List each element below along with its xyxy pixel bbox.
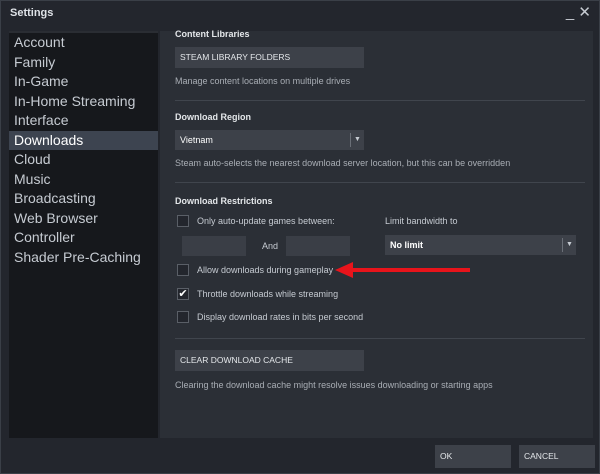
allow-downloads-gameplay-checkbox[interactable]: [177, 264, 189, 276]
bits-per-second-label: Display download rates in bits per secon…: [197, 312, 364, 322]
sidebar-item-cloud[interactable]: Cloud: [9, 150, 158, 170]
throttle-downloads-label: Throttle downloads while streaming: [197, 289, 339, 299]
divider: [175, 338, 585, 339]
auto-update-end-input[interactable]: [286, 236, 350, 256]
bandwidth-dropdown[interactable]: No limit ▼: [385, 235, 576, 255]
bandwidth-value: No limit: [390, 240, 423, 250]
content-libraries-desc: Manage content locations on multiple dri…: [175, 76, 351, 86]
auto-update-checkbox[interactable]: [177, 215, 189, 227]
ok-button[interactable]: OK: [435, 445, 511, 468]
window-title: Settings: [10, 7, 54, 19]
limit-bandwidth-label: Limit bandwidth to: [385, 216, 458, 226]
sidebar-item-controller[interactable]: Controller: [9, 228, 158, 248]
sidebar-item-broadcasting[interactable]: Broadcasting: [9, 189, 158, 209]
download-region-dropdown[interactable]: Vietnam ▼: [175, 130, 364, 150]
sidebar-item-music[interactable]: Music: [9, 170, 158, 190]
sidebar-item-account[interactable]: Account: [9, 33, 158, 53]
clear-download-cache-button[interactable]: CLEAR DOWNLOAD CACHE: [175, 350, 364, 371]
window-controls[interactable]: _ ✕: [566, 3, 591, 21]
content-libraries-heading: Content Libraries: [175, 29, 250, 39]
divider: [175, 100, 585, 101]
steam-library-folders-button[interactable]: STEAM LIBRARY FOLDERS: [175, 47, 364, 68]
throttle-downloads-checkbox[interactable]: ✔: [177, 288, 189, 300]
download-restrictions-heading: Download Restrictions: [175, 196, 273, 206]
divider: [175, 182, 585, 183]
auto-update-label: Only auto-update games between:: [197, 216, 335, 226]
download-region-desc: Steam auto-selects the nearest download …: [175, 158, 511, 168]
allow-downloads-gameplay-label: Allow downloads during gameplay: [197, 265, 334, 275]
chevron-down-icon: ▼: [350, 133, 364, 147]
sidebar-item-family[interactable]: Family: [9, 53, 158, 73]
clear-cache-desc: Clearing the download cache might resolv…: [175, 380, 493, 390]
and-label: And: [262, 241, 279, 251]
sidebar-item-in-game[interactable]: In-Game: [9, 72, 158, 92]
sidebar-item-interface[interactable]: Interface: [9, 111, 158, 131]
red-arrow-annotation: [335, 262, 470, 278]
download-region-value: Vietnam: [180, 135, 213, 145]
sidebar-item-shader-pre-caching[interactable]: Shader Pre-Caching: [9, 248, 158, 268]
sidebar-item-web-browser[interactable]: Web Browser: [9, 209, 158, 229]
bits-per-second-checkbox[interactable]: [177, 311, 189, 323]
cancel-button[interactable]: CANCEL: [519, 445, 595, 468]
sidebar-item-downloads[interactable]: Downloads: [9, 130, 158, 150]
sidebar: Account Family In-Game In-Home Streaming Int…: [9, 31, 158, 438]
sidebar-item-in-home-streaming[interactable]: In-Home Streaming: [9, 92, 158, 112]
download-region-heading: Download Region: [175, 112, 251, 122]
auto-update-start-input[interactable]: [182, 236, 246, 256]
chevron-down-icon: ▼: [562, 238, 576, 252]
